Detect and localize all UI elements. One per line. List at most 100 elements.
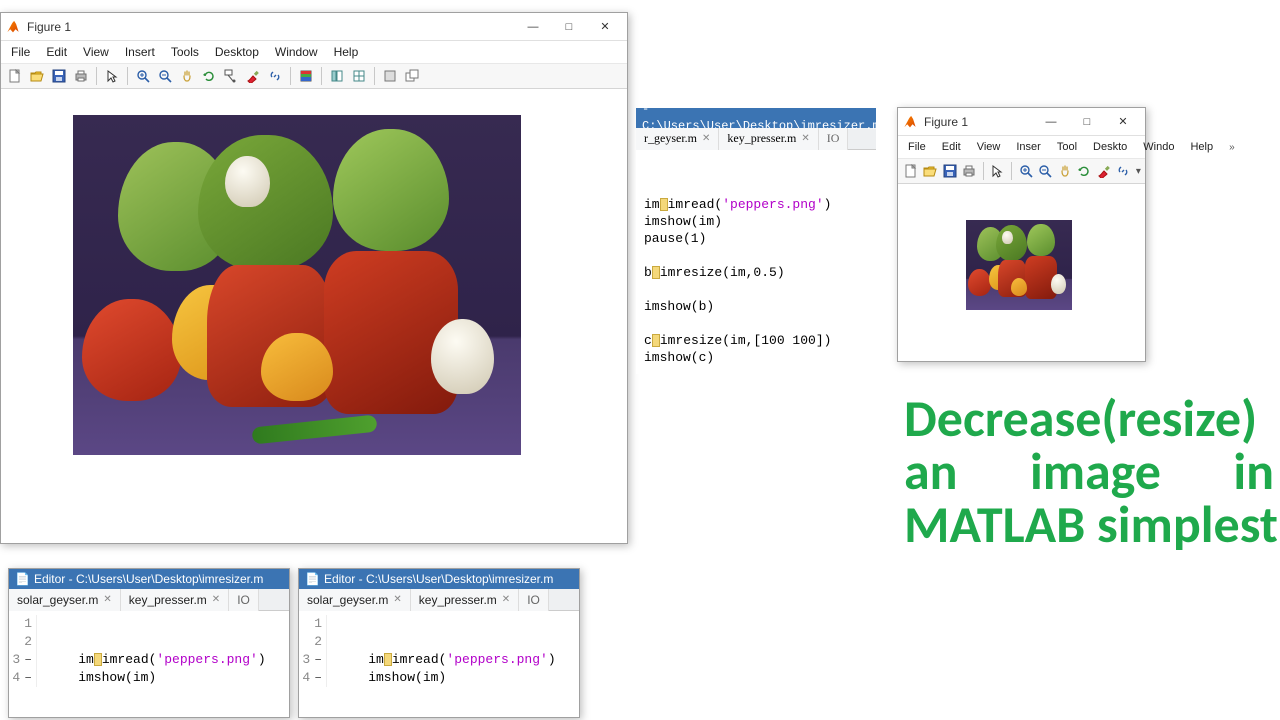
headline-line3: MATLAB simplest xyxy=(904,498,1274,551)
open-icon[interactable] xyxy=(27,66,47,86)
editor-window-2: 📄 Editor - C:\Users\User\Desktop\imresize… xyxy=(298,568,580,718)
titlebar: Figure 1 — □ ✕ xyxy=(898,108,1145,136)
tab-close-icon[interactable]: ✕ xyxy=(393,594,401,605)
save-icon[interactable] xyxy=(49,66,69,86)
menu-view[interactable]: View xyxy=(969,138,1009,156)
code-body[interactable]: imimread('peppers.png')imshow(im)pause(1… xyxy=(636,150,876,374)
figure-axes[interactable] xyxy=(1,89,627,543)
link-icon[interactable] xyxy=(1114,161,1131,181)
window-title: Figure 1 xyxy=(27,20,515,34)
menu-file[interactable]: File xyxy=(900,138,934,156)
close-button[interactable]: ✕ xyxy=(1105,110,1141,134)
figure-axes[interactable] xyxy=(898,184,1145,361)
tab-io[interactable]: IO xyxy=(229,589,259,611)
rotate-icon[interactable] xyxy=(199,66,219,86)
figure-window-main: Figure 1 — □ ✕ FileEditViewInsertToolsDe… xyxy=(0,12,628,544)
menu-tool[interactable]: Tool xyxy=(1049,138,1085,156)
dock-icon[interactable] xyxy=(380,66,400,86)
colorbar-icon[interactable] xyxy=(296,66,316,86)
menu-desktop[interactable]: Desktop xyxy=(207,42,267,62)
toolbar-separator xyxy=(374,67,375,85)
tab-io[interactable]: IO xyxy=(819,128,849,150)
pan-icon[interactable] xyxy=(1056,161,1073,181)
editor-title: Editor - C:\Users\User\Desktop\imresizer… xyxy=(34,572,263,586)
menu-help[interactable]: Help xyxy=(1182,138,1221,156)
menu-edit[interactable]: Edit xyxy=(934,138,969,156)
menu-view[interactable]: View xyxy=(75,42,117,62)
editor-titlebar: 📄 Editor - C:\Users\User\Desktop\imresize… xyxy=(9,569,289,589)
editor-title: Editor - C:\Users\User\Desktop\imresizer… xyxy=(324,572,553,586)
maximize-button[interactable]: □ xyxy=(551,15,587,39)
headline-line1: Decrease(resize) xyxy=(904,392,1274,445)
open-icon[interactable] xyxy=(921,161,938,181)
new-icon[interactable] xyxy=(902,161,919,181)
code-body[interactable]: 1 2 3 imimread('peppers.png')4 imshow(im… xyxy=(9,611,289,691)
code-body[interactable]: 1 2 3 imimread('peppers.png')4 imshow(im… xyxy=(299,611,579,691)
editor-icon: 📄 xyxy=(305,572,320,586)
editor-icon: 📄 xyxy=(15,572,30,586)
zoom-in-icon[interactable] xyxy=(133,66,153,86)
editor-window-1: 📄 Editor - C:\Users\User\Desktop\imresize… xyxy=(8,568,290,718)
window-title: Figure 1 xyxy=(924,115,1033,129)
print-icon[interactable] xyxy=(960,161,977,181)
close-button[interactable]: ✕ xyxy=(587,15,623,39)
tab-r_geyser-m[interactable]: r_geyser.m✕ xyxy=(636,128,719,150)
float-icon[interactable] xyxy=(402,66,422,86)
headline-line2: an image in xyxy=(904,445,1274,498)
window-controls: — □ ✕ xyxy=(515,15,623,39)
new-icon[interactable] xyxy=(5,66,25,86)
window-controls: — □ ✕ xyxy=(1033,110,1141,134)
menu-window[interactable]: Window xyxy=(267,42,326,62)
image-display-peppers-small xyxy=(966,220,1072,310)
tab-close-icon[interactable]: ✕ xyxy=(502,594,510,605)
tab-io[interactable]: IO xyxy=(519,589,549,611)
menu-deskto[interactable]: Deskto xyxy=(1085,138,1135,156)
menubar: FileEditViewInsertToolsDesktopWindowHelp xyxy=(1,41,627,63)
zoom-out-icon[interactable] xyxy=(155,66,175,86)
toolbar-separator xyxy=(127,67,128,85)
print-icon[interactable] xyxy=(71,66,91,86)
brush-icon[interactable] xyxy=(243,66,263,86)
link-icon[interactable] xyxy=(265,66,285,86)
zoom-out-icon[interactable] xyxy=(1037,161,1054,181)
editor-titlebar: - C:\Users\User\Desktop\imresizer.m xyxy=(636,108,876,128)
maximize-button[interactable]: □ xyxy=(1069,110,1105,134)
toolbar-overflow-icon[interactable]: ▾ xyxy=(1136,166,1141,177)
minimize-button[interactable]: — xyxy=(515,15,551,39)
pointer-icon[interactable] xyxy=(989,161,1006,181)
tab-key_presser-m[interactable]: key_presser.m✕ xyxy=(121,589,229,611)
minimize-button[interactable]: — xyxy=(1033,110,1069,134)
figure-window-small: Figure 1 — □ ✕ FileEditViewInserToolDesk… xyxy=(897,107,1146,362)
tab-close-icon[interactable]: ✕ xyxy=(212,594,220,605)
menu-insert[interactable]: Insert xyxy=(117,42,163,62)
matlab-icon xyxy=(902,114,918,130)
layout1-icon[interactable] xyxy=(327,66,347,86)
rotate-icon[interactable] xyxy=(1076,161,1093,181)
pan-icon[interactable] xyxy=(177,66,197,86)
pointer-icon[interactable] xyxy=(102,66,122,86)
datacursor-icon[interactable] xyxy=(221,66,241,86)
menu-help[interactable]: Help xyxy=(326,42,367,62)
tab-key_presser-m[interactable]: key_presser.m✕ xyxy=(719,128,818,150)
menu-edit[interactable]: Edit xyxy=(38,42,75,62)
figure-toolbar xyxy=(1,63,627,89)
tab-close-icon[interactable]: ✕ xyxy=(801,130,809,147)
brush-icon[interactable] xyxy=(1095,161,1112,181)
save-icon[interactable] xyxy=(941,161,958,181)
zoom-in-icon[interactable] xyxy=(1017,161,1034,181)
editor-tabs: r_geyser.m✕key_presser.m✕IO xyxy=(636,128,876,150)
tab-solar_geyser-m[interactable]: solar_geyser.m✕ xyxy=(299,589,411,611)
tab-key_presser-m[interactable]: key_presser.m✕ xyxy=(411,589,519,611)
layout2-icon[interactable] xyxy=(349,66,369,86)
menu-windo[interactable]: Windo xyxy=(1135,138,1182,156)
figure-toolbar: ▾ xyxy=(898,158,1145,184)
tab-solar_geyser-m[interactable]: solar_geyser.m✕ xyxy=(9,589,121,611)
menu-file[interactable]: File xyxy=(3,42,38,62)
tab-close-icon[interactable]: ✕ xyxy=(702,130,710,147)
menu-tools[interactable]: Tools xyxy=(163,42,207,62)
menu-inser[interactable]: Inser xyxy=(1008,138,1048,156)
menubar: FileEditViewInserToolDesktoWindoHelp» xyxy=(898,136,1145,158)
matlab-icon xyxy=(5,19,21,35)
menu-overflow[interactable]: » xyxy=(1221,139,1243,156)
tab-close-icon[interactable]: ✕ xyxy=(103,594,111,605)
